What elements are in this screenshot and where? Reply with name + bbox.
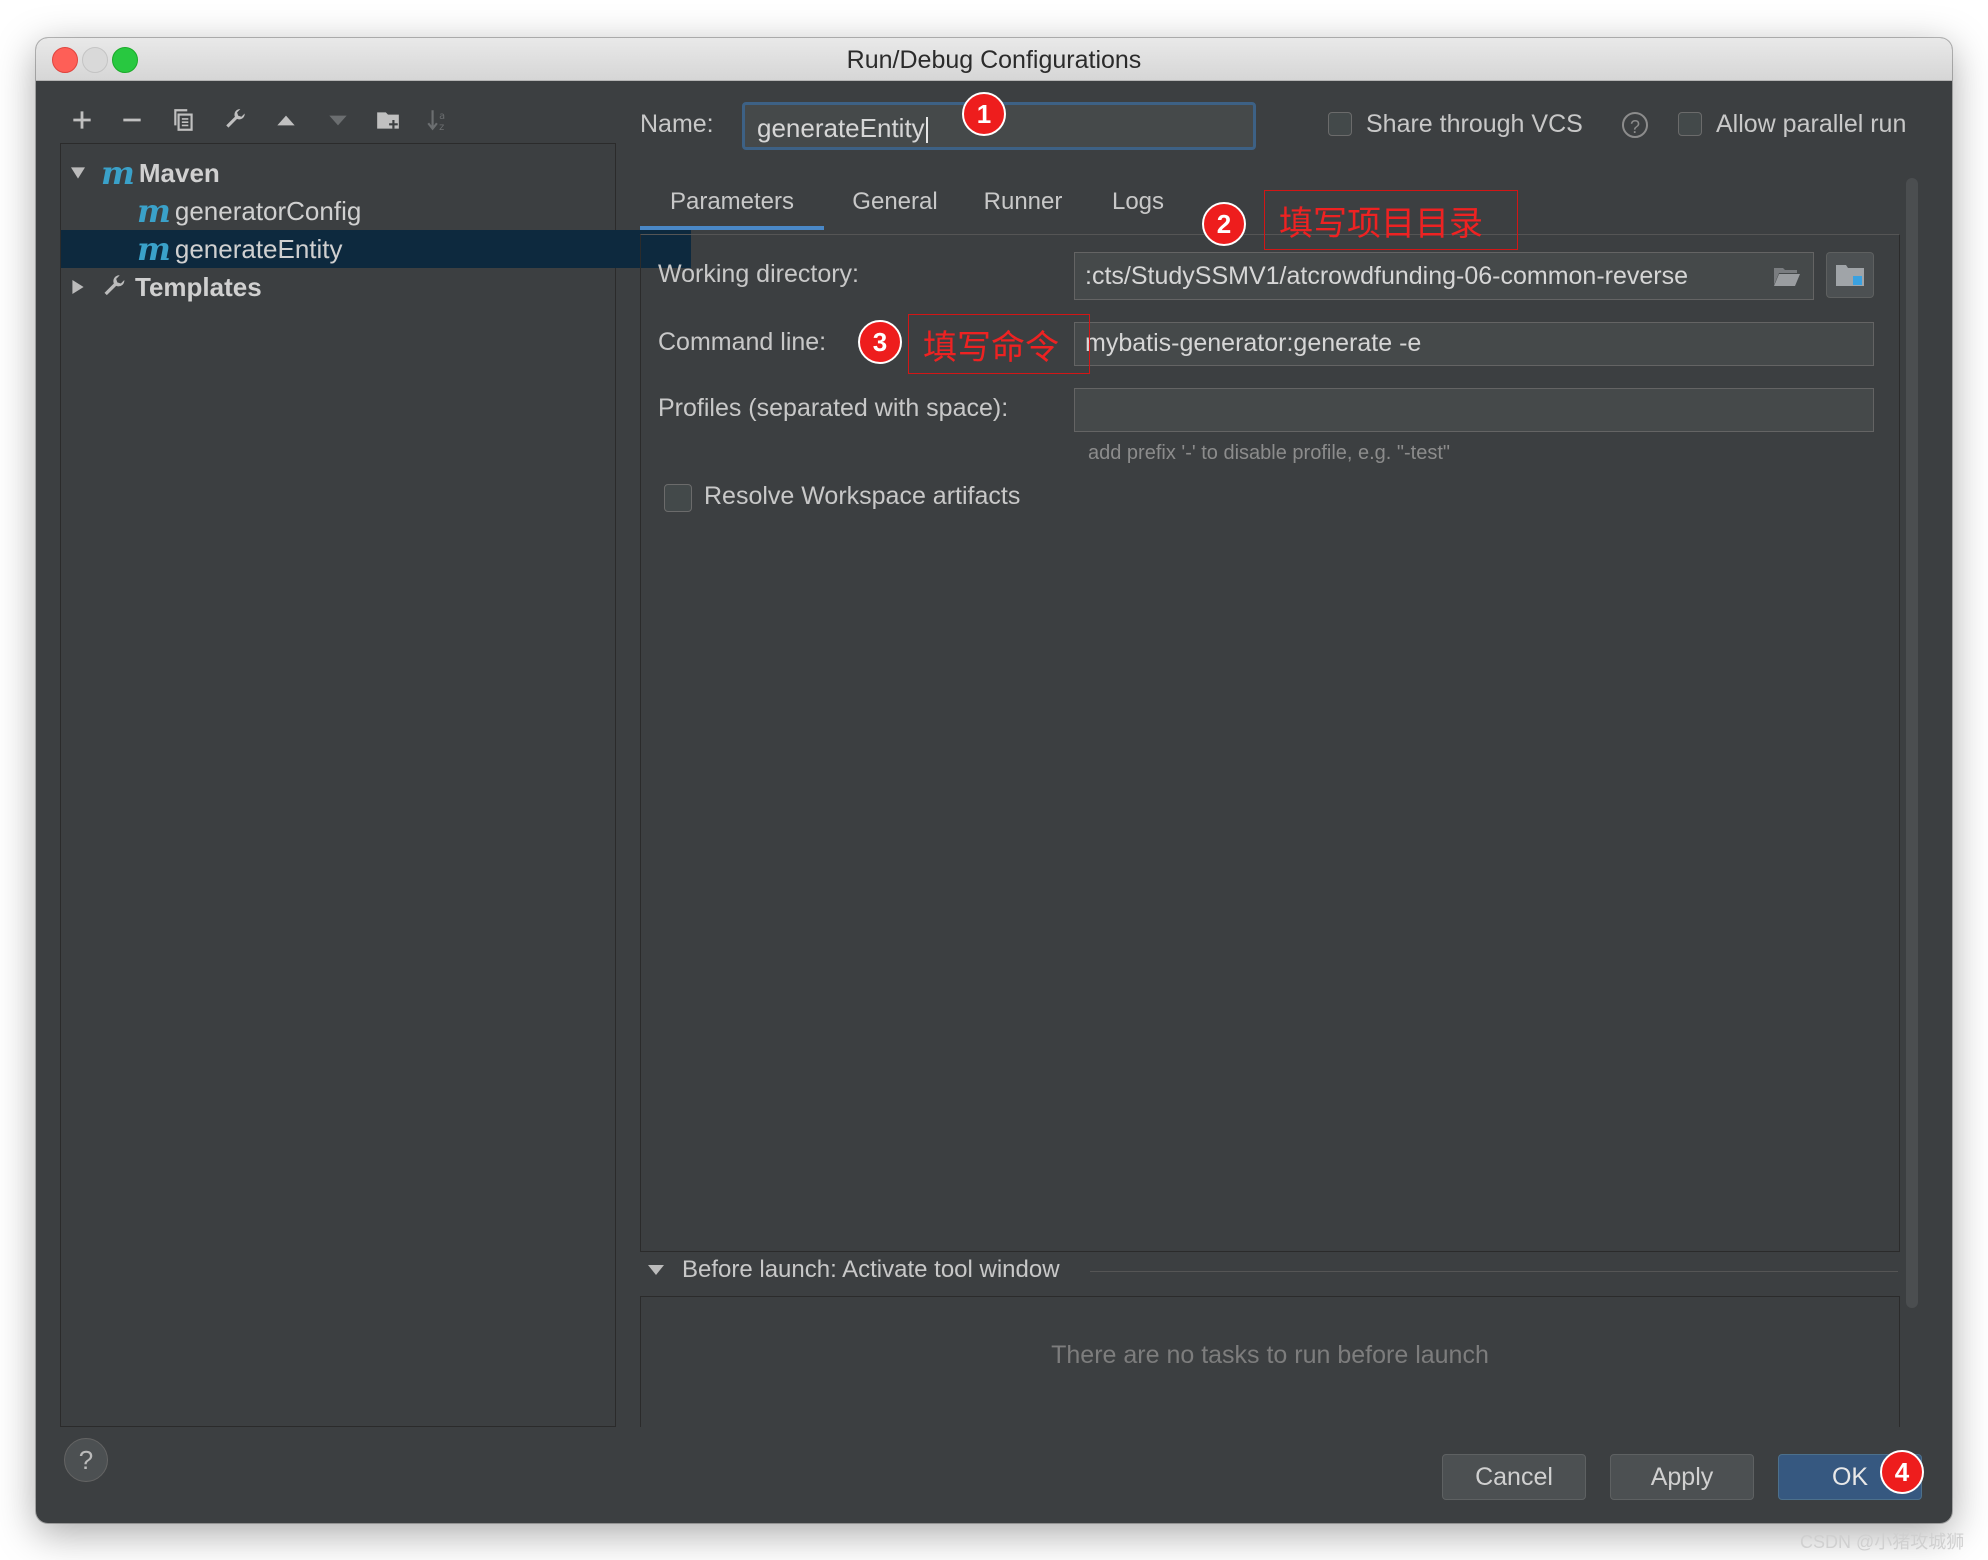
expanded-arrow-icon[interactable]	[71, 166, 85, 180]
working-directory-value: :cts/StudySSMV1/atcrowdfunding-06-common…	[1085, 262, 1689, 290]
tab-runner[interactable]: Runner	[966, 178, 1080, 226]
vertical-scrollbar[interactable]	[1906, 178, 1918, 1308]
annotation-badge-2: 2	[1202, 202, 1246, 246]
tree-node-maven[interactable]: m Maven	[61, 154, 625, 192]
resolve-workspace-checkbox[interactable]	[664, 484, 692, 512]
profiles-hint: add prefix '-' to disable profile, e.g. …	[1088, 442, 1451, 464]
tree-item-generateentity[interactable]: m generateEntity	[61, 230, 691, 268]
tree-item-generatorconfig[interactable]: m generatorConfig	[61, 192, 691, 230]
move-up-icon[interactable]	[266, 100, 306, 140]
run-debug-dialog: Run/Debug Configurations az m Maven m ge…	[36, 38, 1952, 1523]
profiles-label: Profiles (separated with space):	[658, 394, 1009, 422]
help-button[interactable]: ?	[64, 1438, 108, 1482]
before-launch-divider	[1090, 1271, 1898, 1272]
tree-node-label: Maven	[138, 157, 220, 188]
name-label: Name:	[640, 110, 714, 138]
parameters-panel	[640, 234, 1900, 1252]
tree-item-label: generatorConfig	[174, 195, 362, 226]
share-vcs-label[interactable]: Share through VCS	[1366, 110, 1583, 139]
name-input-value: generateEntity	[757, 113, 925, 143]
annotation-badge-1: 1	[962, 92, 1006, 136]
working-directory-field[interactable]: :cts/StudySSMV1/atcrowdfunding-06-common…	[1074, 252, 1814, 300]
maven-m-icon: m	[137, 192, 171, 230]
browse-folder-button[interactable]	[1826, 252, 1874, 298]
add-icon[interactable]	[62, 100, 102, 140]
copy-icon[interactable]	[164, 100, 204, 140]
cancel-button[interactable]: Cancel	[1442, 1454, 1586, 1500]
allow-parallel-checkbox[interactable]	[1678, 112, 1702, 136]
annotation-note-2: 填写项目目录	[1264, 190, 1518, 250]
wrench-icon[interactable]	[216, 100, 256, 140]
command-line-value: mybatis-generator:generate -e	[1085, 329, 1422, 357]
help-icon[interactable]: ?	[1622, 112, 1648, 138]
remove-icon[interactable]	[112, 100, 152, 140]
annotation-badge-3: 3	[858, 320, 902, 364]
svg-text:a: a	[439, 111, 445, 122]
resolve-workspace-label[interactable]: Resolve Workspace artifacts	[704, 482, 1020, 511]
collapsed-arrow-icon[interactable]	[71, 280, 85, 294]
command-line-label: Command line:	[658, 328, 827, 356]
expanded-arrow-icon	[648, 1265, 664, 1275]
tab-logs[interactable]: Logs	[1092, 178, 1184, 226]
allow-parallel-label[interactable]: Allow parallel run	[1716, 110, 1906, 139]
before-launch-tasks: There are no tasks to run before launch	[640, 1296, 1900, 1427]
configuration-tree: m Maven m generatorConfig m generateEnti…	[60, 143, 691, 1427]
title-bar: Run/Debug Configurations	[36, 38, 1952, 81]
working-directory-label: Working directory:	[658, 260, 859, 288]
no-tasks-text: There are no tasks to run before launch	[1051, 1341, 1489, 1369]
wrench-icon	[104, 275, 125, 296]
folder-add-icon[interactable]	[368, 100, 408, 140]
folder-icon	[1836, 265, 1864, 286]
annotation-badge-4: 4	[1880, 1450, 1924, 1494]
tree-node-label: Templates	[135, 271, 262, 302]
before-launch-label: Before launch: Activate tool window	[682, 1256, 1060, 1283]
window-title: Run/Debug Configurations	[846, 46, 1142, 74]
profiles-field[interactable]	[1074, 388, 1874, 432]
sort-icon[interactable]: az	[418, 100, 458, 140]
move-down-icon[interactable]	[318, 100, 358, 140]
share-vcs-checkbox[interactable]	[1328, 112, 1352, 136]
annotation-note-3: 填写命令	[908, 314, 1090, 374]
maven-m-icon: m	[137, 230, 171, 268]
tab-general[interactable]: General	[836, 178, 954, 226]
watermark: CSDN @小猪攻城狮	[1800, 1532, 1965, 1552]
text-caret	[925, 117, 928, 144]
folder-open-icon[interactable]	[1773, 265, 1801, 287]
maven-m-icon: m	[101, 154, 135, 192]
apply-button[interactable]: Apply	[1610, 1454, 1754, 1500]
tree-node-templates[interactable]: Templates	[61, 268, 625, 306]
svg-text:z: z	[439, 122, 444, 133]
tab-parameters[interactable]: Parameters	[640, 178, 824, 230]
before-launch-header[interactable]: Before launch: Activate tool window	[648, 1256, 1060, 1284]
command-line-field[interactable]: mybatis-generator:generate -e	[1074, 322, 1874, 366]
tree-item-label: generateEntity	[174, 233, 343, 264]
